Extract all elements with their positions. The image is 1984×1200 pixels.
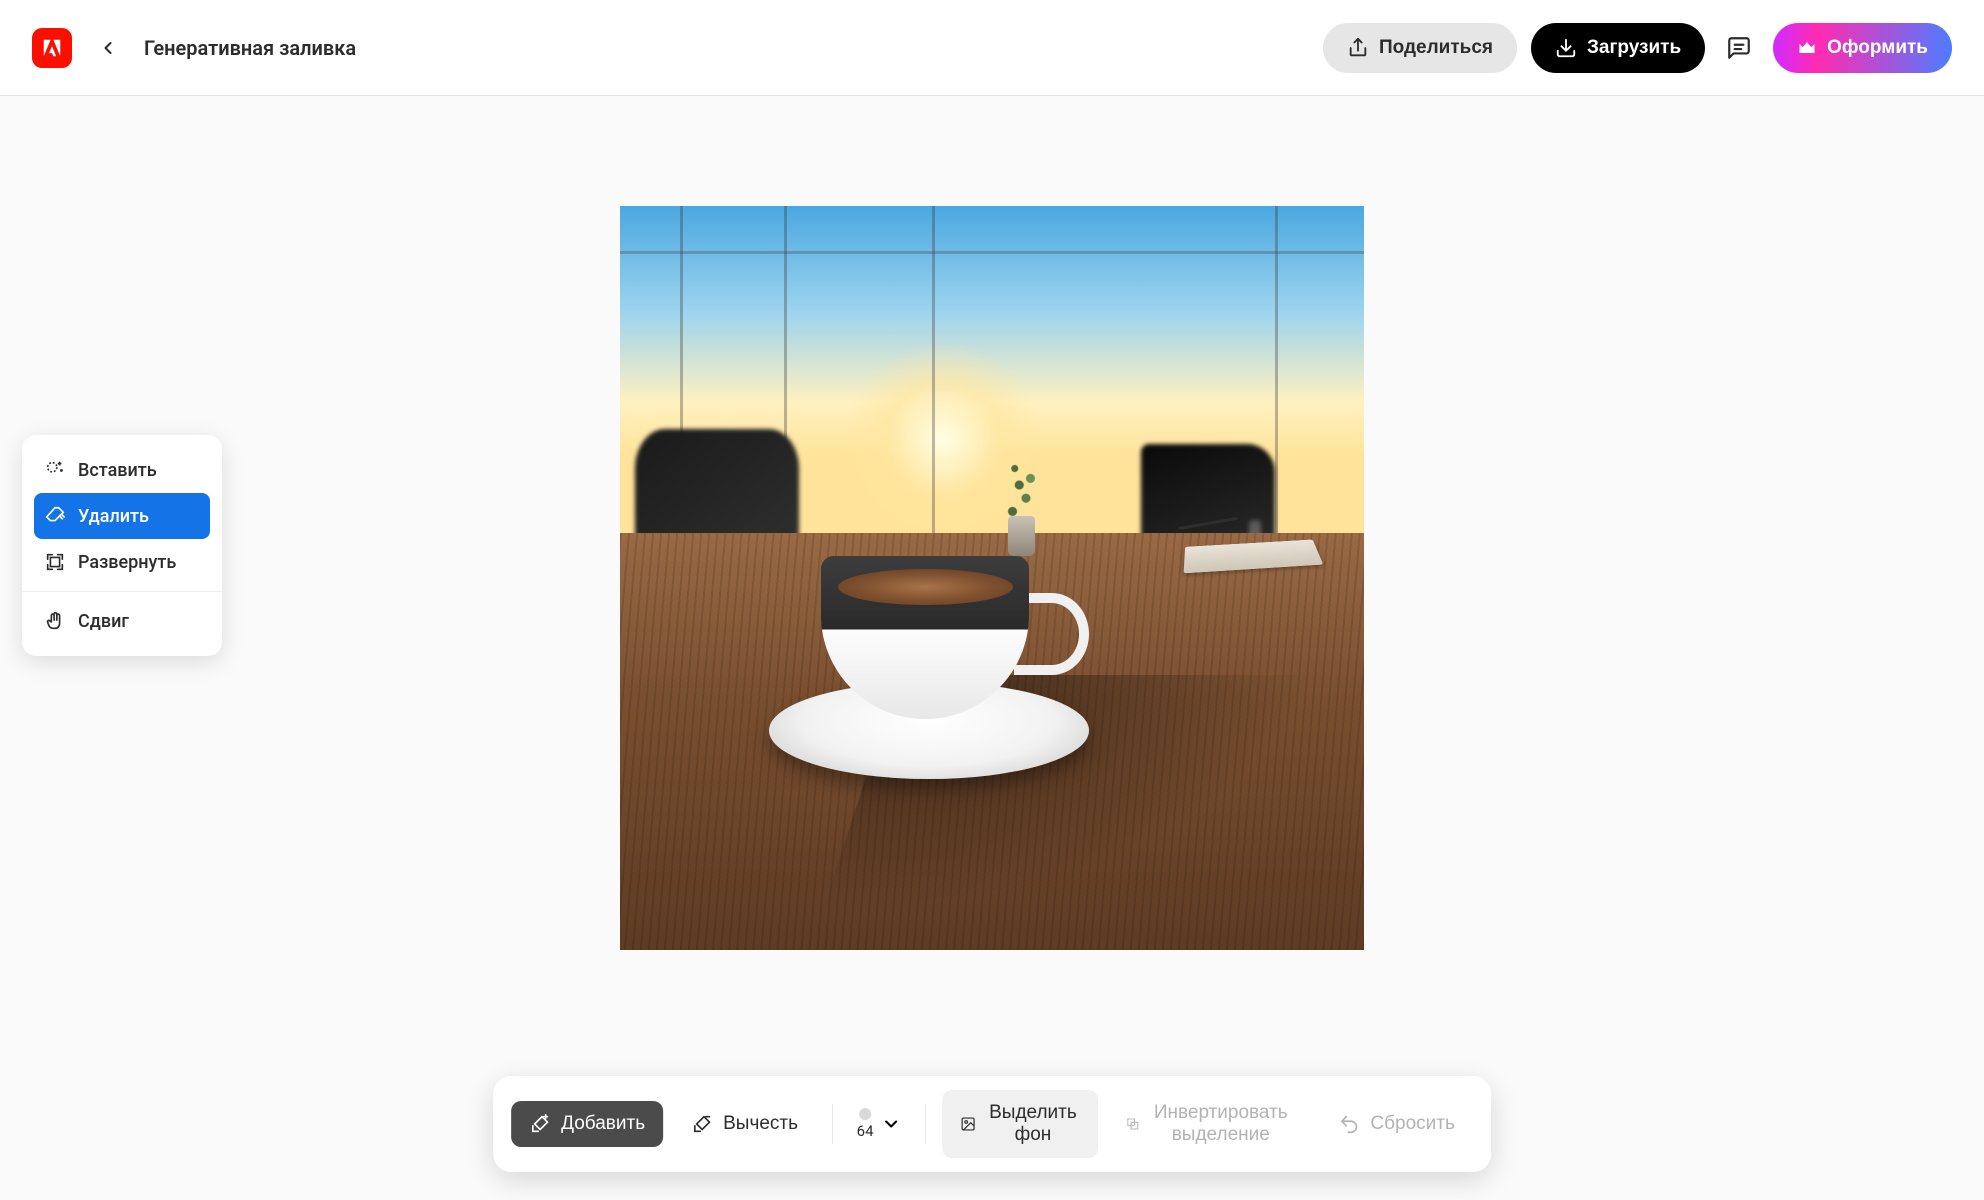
brush-add-label: Добавить [561,1113,645,1135]
canvas-image[interactable] [620,206,1364,950]
toolbar-separator [926,1104,927,1144]
sparkle-plus-icon [44,459,66,481]
image-icon [960,1113,976,1135]
tool-pan[interactable]: Сдвиг [34,598,210,644]
feedback-button[interactable] [1719,28,1759,68]
tool-divider [22,591,222,592]
toolbar-separator [832,1104,833,1144]
tool-pan-label: Сдвиг [78,611,129,632]
crown-icon [1797,38,1817,58]
brush-add-button[interactable]: Добавить [511,1101,663,1147]
tool-panel: Вставить Удалить Развернуть Сдвиг [22,435,222,656]
download-label: Загрузить [1587,37,1681,59]
download-icon [1555,37,1577,59]
header: Генеративная заливка Поделиться Загрузит… [0,0,1984,96]
select-background-button[interactable]: Выделить фон [942,1090,1098,1158]
brush-subtract-icon [691,1113,713,1135]
image-window-frame [932,206,935,563]
image-window-frame [620,251,1364,254]
brush-add-icon [529,1113,551,1135]
canvas-area [0,96,1984,1200]
select-background-label: Выделить фон [986,1102,1080,1146]
eraser-icon [44,505,66,527]
tool-expand[interactable]: Развернуть [34,539,210,585]
back-button[interactable] [92,32,124,64]
tool-insert[interactable]: Вставить [34,447,210,493]
reset-button[interactable]: Сбросить [1320,1101,1472,1147]
expand-icon [44,551,66,573]
image-plant [999,452,1044,556]
adobe-logo-icon [41,37,63,59]
upgrade-button[interactable]: Оформить [1773,23,1952,73]
hand-icon [44,610,66,632]
reset-label: Сбросить [1370,1113,1454,1135]
bottom-toolbar: Добавить Вычесть 64 Выделить фон Инверти… [493,1076,1491,1172]
upgrade-label: Оформить [1827,37,1928,59]
chevron-down-icon [882,1114,902,1134]
share-icon [1347,37,1369,59]
share-label: Поделиться [1379,37,1493,59]
image-window-frame [1275,206,1278,563]
download-button[interactable]: Загрузить [1531,23,1705,73]
brush-subtract-label: Вычесть [723,1113,798,1135]
undo-icon [1338,1113,1360,1135]
tool-insert-label: Вставить [78,460,157,481]
header-left: Генеративная заливка [32,28,356,68]
app-logo[interactable] [32,28,72,68]
brush-subtract-button[interactable]: Вычесть [673,1101,816,1147]
brush-size-value: 64 [857,1122,874,1140]
tool-remove[interactable]: Удалить [34,493,210,539]
page-title: Генеративная заливка [144,36,356,60]
brush-preview-icon [859,1108,871,1120]
header-right: Поделиться Загрузить Оформить [1323,23,1952,73]
invert-selection-button[interactable]: Инвертировать выделение [1108,1090,1311,1158]
brush-size-picker[interactable]: 64 [849,1104,910,1144]
share-button[interactable]: Поделиться [1323,23,1517,73]
invert-selection-label: Инвертировать выделение [1149,1102,1292,1146]
invert-icon [1126,1113,1139,1135]
tool-expand-label: Развернуть [78,552,176,573]
chevron-left-icon [98,38,118,58]
chat-icon [1726,35,1752,61]
tool-remove-label: Удалить [78,506,149,527]
